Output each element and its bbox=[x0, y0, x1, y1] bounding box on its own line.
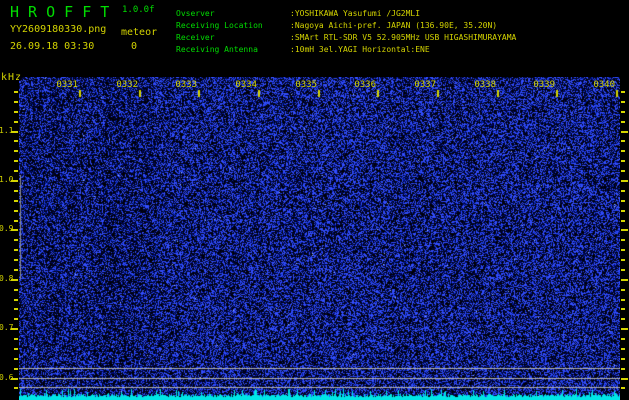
y-minor-tick bbox=[621, 338, 625, 340]
info-value: :YOSHIKAWA Yasufumi /JG2MLI bbox=[290, 9, 421, 18]
y-minor-tick bbox=[621, 308, 625, 310]
info-row: Receiving Location :Nagoya Aichi-pref. JA… bbox=[176, 20, 516, 32]
info-row: Ovserver :YOSHIKAWA Yasufumi /JG2MLI bbox=[176, 8, 516, 20]
y-minor-tick bbox=[621, 210, 625, 212]
y-minor-tick bbox=[14, 358, 18, 360]
y-axis-label: 0.6 bbox=[0, 373, 14, 382]
info-value: :Nagoya Aichi-pref. JAPAN (136.90E, 35.2… bbox=[290, 21, 498, 30]
x-axis-time-label: 0334 bbox=[235, 80, 257, 90]
y-major-tick bbox=[621, 328, 628, 330]
mode-label: meteor bbox=[121, 27, 158, 38]
y-minor-tick bbox=[621, 140, 625, 142]
timestamp: 26.09.18 03:30 bbox=[10, 41, 95, 52]
y-minor-tick bbox=[14, 387, 18, 389]
x-axis-time-label: 0337 bbox=[414, 80, 436, 90]
y-minor-tick bbox=[621, 101, 625, 103]
y-major-tick bbox=[621, 378, 628, 380]
y-minor-tick bbox=[14, 368, 18, 370]
y-minor-tick bbox=[14, 190, 18, 192]
y-major-tick bbox=[621, 131, 628, 133]
y-minor-tick bbox=[14, 308, 18, 310]
info-row: Receiving Antenna :10mH 3el.YAGI Horizont… bbox=[176, 44, 516, 56]
y-minor-tick bbox=[14, 338, 18, 340]
y-minor-tick bbox=[621, 160, 625, 162]
y-minor-tick bbox=[14, 200, 18, 202]
station-info: Ovserver :YOSHIKAWA Yasufumi /JG2MLI Rece… bbox=[176, 8, 516, 56]
app-title: H R O F F T bbox=[10, 3, 110, 21]
y-minor-tick bbox=[14, 170, 18, 172]
y-minor-tick bbox=[14, 160, 18, 162]
y-minor-tick bbox=[621, 348, 625, 350]
y-minor-tick bbox=[14, 210, 18, 212]
x-axis-time-label: 0332 bbox=[116, 80, 138, 90]
y-minor-tick bbox=[14, 239, 18, 241]
y-minor-tick bbox=[621, 299, 625, 301]
info-label: Receiving Antenna bbox=[176, 45, 258, 54]
y-minor-tick bbox=[621, 318, 625, 320]
y-minor-tick bbox=[621, 111, 625, 113]
y-minor-tick bbox=[621, 200, 625, 202]
x-axis-time-label: 0331 bbox=[56, 80, 78, 90]
x-axis-time-label: 0336 bbox=[354, 80, 376, 90]
y-major-tick bbox=[621, 229, 628, 231]
info-value: :SMArt RTL-SDR V5 52.905MHz USB HIGASHIM… bbox=[290, 33, 517, 42]
meteor-count: 0 bbox=[131, 41, 138, 52]
y-minor-tick bbox=[14, 220, 18, 222]
y-axis-label: 1.1 bbox=[0, 126, 14, 135]
y-minor-tick bbox=[621, 289, 625, 291]
y-minor-tick bbox=[14, 150, 18, 152]
y-minor-tick bbox=[14, 318, 18, 320]
y-minor-tick bbox=[621, 91, 625, 93]
y-minor-tick bbox=[621, 220, 625, 222]
y-minor-tick bbox=[621, 368, 625, 370]
y-axis-label: 0.7 bbox=[0, 323, 14, 332]
x-axis-time-label: 0338 bbox=[474, 80, 496, 90]
x-axis-time-label: 0333 bbox=[175, 80, 197, 90]
y-axis-label: 0.8 bbox=[0, 274, 14, 283]
y-minor-tick bbox=[14, 111, 18, 113]
app-version: 1.0.0f bbox=[122, 5, 155, 15]
y-axis-label: 0.9 bbox=[0, 224, 14, 233]
hrofft-output-window: H R O F F T 1.0.0f YY2609180330.png mete… bbox=[0, 0, 629, 400]
y-minor-tick bbox=[14, 289, 18, 291]
info-label: Ovserver bbox=[176, 9, 215, 18]
y-minor-tick bbox=[621, 239, 625, 241]
y-minor-tick bbox=[14, 269, 18, 271]
x-axis-time-label: 0335 bbox=[295, 80, 317, 90]
y-minor-tick bbox=[14, 140, 18, 142]
y-minor-tick bbox=[14, 101, 18, 103]
y-minor-tick bbox=[621, 150, 625, 152]
y-minor-tick bbox=[621, 259, 625, 261]
y-major-tick bbox=[621, 180, 628, 182]
y-minor-tick bbox=[621, 269, 625, 271]
x-axis-time-label: 0339 bbox=[533, 80, 555, 90]
y-minor-tick bbox=[621, 121, 625, 123]
y-minor-tick bbox=[14, 249, 18, 251]
y-minor-tick bbox=[621, 249, 625, 251]
y-minor-tick bbox=[14, 259, 18, 261]
info-value: :10mH 3el.YAGI Horizontal:ENE bbox=[290, 45, 430, 54]
y-minor-tick bbox=[621, 170, 625, 172]
y-axis-label: 1.0 bbox=[0, 175, 14, 184]
info-label: Receiving Location bbox=[176, 21, 263, 30]
spectrogram-canvas bbox=[19, 77, 620, 400]
output-filename: YY2609180330.png bbox=[10, 24, 107, 35]
y-minor-tick bbox=[14, 299, 18, 301]
y-minor-tick bbox=[14, 91, 18, 93]
x-axis-time-label: 0340 bbox=[593, 80, 615, 90]
info-label: Receiver bbox=[176, 33, 215, 42]
y-major-tick bbox=[621, 279, 628, 281]
info-row: Receiver :SMArt RTL-SDR V5 52.905MHz USB … bbox=[176, 32, 516, 44]
y-minor-tick bbox=[621, 358, 625, 360]
y-minor-tick bbox=[14, 348, 18, 350]
y-minor-tick bbox=[621, 387, 625, 389]
y-minor-tick bbox=[621, 190, 625, 192]
y-minor-tick bbox=[14, 121, 18, 123]
